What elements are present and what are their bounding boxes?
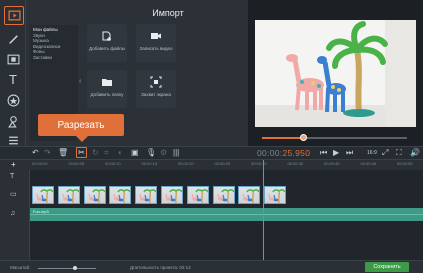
clip-properties-icon[interactable]: ▣ <box>131 148 139 158</box>
project-duration: Длительность проекта: 02:13 <box>130 265 191 270</box>
ruler-tick-label: 00:00:15 <box>141 161 158 166</box>
volume-icon[interactable]: 🔊 <box>410 148 420 158</box>
stickers-tool-icon[interactable] <box>6 93 20 107</box>
status-bar <box>0 260 423 273</box>
more-tools-icon[interactable] <box>6 133 20 147</box>
redo-icon[interactable]: ↷ <box>44 148 51 158</box>
music-track-icon: ♫ <box>10 210 16 217</box>
camcorder-icon <box>151 33 161 39</box>
zoom-label: Масштаб: <box>10 265 31 270</box>
audio-clip[interactable] <box>30 208 423 221</box>
ruler-tick-label: 00:00:25 <box>214 161 231 166</box>
category-item[interactable]: Заставки <box>33 55 75 61</box>
color-icon[interactable]: ◐ <box>118 148 123 158</box>
brush-tool-icon[interactable] <box>6 31 20 45</box>
screen-capture-icon <box>150 76 162 88</box>
ruler-tick-label: 00:00:30 <box>251 161 267 166</box>
import-tool-icon[interactable] <box>4 6 24 25</box>
add-files-button[interactable]: Добавить файлы <box>87 24 127 62</box>
video-preview <box>255 20 416 127</box>
collapse-arrow-icon[interactable]: ‹ <box>79 78 81 85</box>
aspect-ratio-selector[interactable]: 16:9 <box>367 148 377 158</box>
equalizer-icon[interactable]: ||| <box>173 148 179 158</box>
ruler-tick-label: 00:00:35 <box>287 161 304 166</box>
title-track-icon: T <box>10 173 15 180</box>
previous-icon[interactable]: ⏮ <box>320 148 327 158</box>
folder-icon <box>102 79 112 86</box>
ruler-tick-label: 00:00:00 <box>32 161 48 166</box>
video-clip[interactable] <box>238 186 261 204</box>
audio-clip-label: Fun.mp3 <box>33 209 49 214</box>
add-folder-label: Добавить папку <box>90 92 124 97</box>
video-clip[interactable] <box>161 186 183 204</box>
cut-tooltip: Разрезать <box>38 114 124 142</box>
playback-handle[interactable] <box>300 134 307 141</box>
video-clip[interactable] <box>32 186 54 204</box>
rotate-icon[interactable]: ↻ <box>92 148 99 158</box>
video-clip[interactable] <box>57 186 80 204</box>
record-video-label: Записать видео <box>139 46 173 51</box>
fullscreen-icon[interactable]: ⛶ <box>396 148 402 158</box>
playhead[interactable] <box>263 160 264 260</box>
video-track-icon: ▭ <box>10 191 17 198</box>
video-clip[interactable] <box>109 186 132 204</box>
crop-icon[interactable]: ⌗ <box>104 148 109 158</box>
playback-progress <box>262 137 303 139</box>
delete-icon[interactable]: 🗑 <box>58 148 68 158</box>
ruler-tick-label: 00:00:05 <box>68 161 85 166</box>
snapshot-icon[interactable]: ⤢ <box>382 148 388 158</box>
settings-icon[interactable]: ⚙ <box>160 148 167 158</box>
add-folder-button[interactable]: Добавить папку <box>87 70 127 108</box>
zoom-slider-handle[interactable] <box>73 266 77 270</box>
panel-title: Импорт <box>152 8 184 18</box>
ruler-tick-label: 00:00:40 <box>324 161 340 166</box>
timecode-display: 00:00:25.950 <box>257 148 311 158</box>
add-track-icon[interactable]: + <box>11 160 16 170</box>
video-clip[interactable] <box>135 186 158 204</box>
screen-capture-label: Захват экрана <box>141 92 171 97</box>
cut-icon[interactable]: ✂ <box>78 148 85 158</box>
video-clip[interactable] <box>186 186 209 204</box>
play-icon[interactable]: ▶ <box>333 148 339 158</box>
save-button[interactable]: Сохранить <box>365 262 409 272</box>
record-video-button[interactable]: Записать видео <box>136 24 176 62</box>
ruler-tick-label: 00:00:20 <box>178 161 194 166</box>
screen-capture-button[interactable]: Захват экрана <box>136 70 176 108</box>
ruler-tick-label: 00:00:50 <box>397 161 413 166</box>
titles-tool-icon[interactable]: T <box>6 72 20 87</box>
ruler-tick-label: 00:00:10 <box>105 161 121 166</box>
undo-icon[interactable]: ↶ <box>32 148 39 158</box>
shapes-tool-icon[interactable] <box>6 114 20 128</box>
video-clip[interactable] <box>83 186 106 204</box>
transitions-tool-icon[interactable] <box>6 52 20 66</box>
add-files-icon <box>102 31 111 41</box>
video-clip[interactable] <box>212 186 235 204</box>
record-audio-icon[interactable]: 🎙 <box>146 148 156 158</box>
next-icon[interactable]: ⏭ <box>346 148 353 158</box>
add-files-label: Добавить файлы <box>89 46 125 51</box>
zoom-slider[interactable] <box>38 268 96 269</box>
video-clip[interactable] <box>264 186 287 204</box>
ruler-tick-label: 00:00:45 <box>360 161 377 166</box>
